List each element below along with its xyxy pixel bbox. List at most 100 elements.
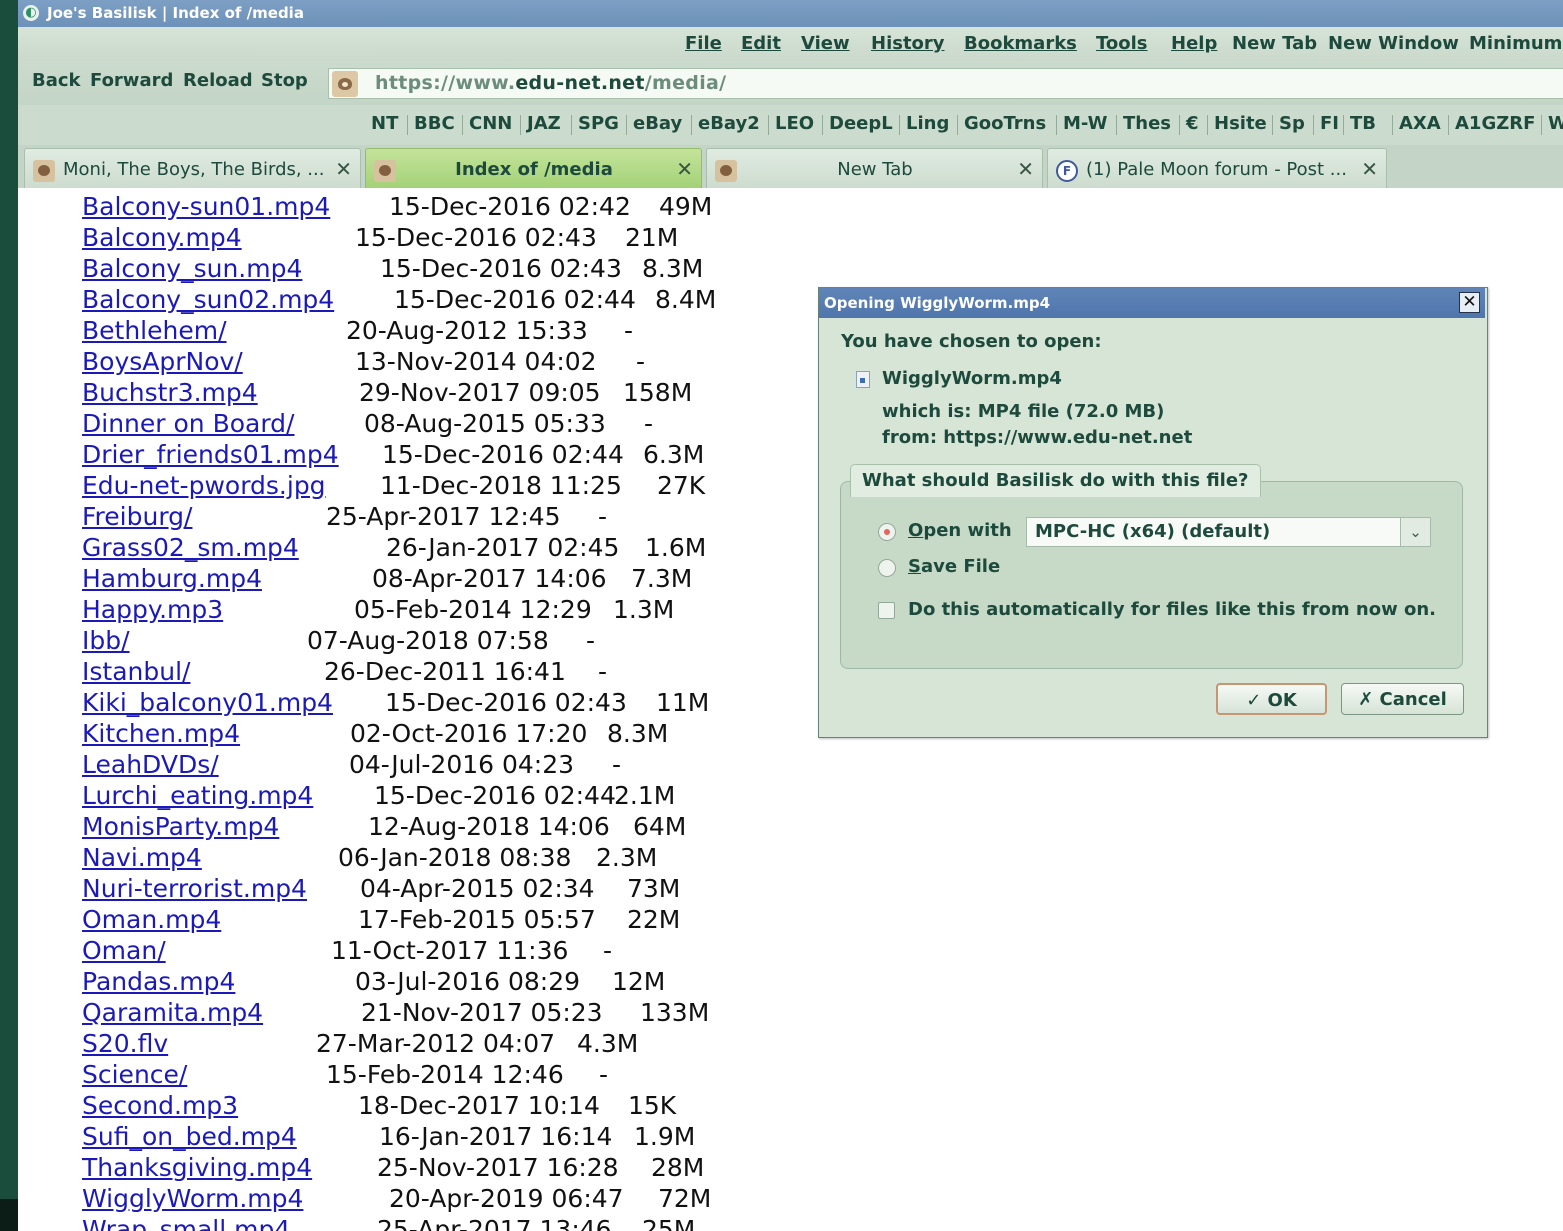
file-link[interactable]: Oman.mp4 xyxy=(82,904,221,935)
bookmark-item[interactable]: € xyxy=(1186,113,1199,134)
back-button[interactable]: Back xyxy=(32,70,81,91)
bookmark-item[interactable]: DeepL xyxy=(829,113,893,134)
tab-new-tab[interactable]: New Tab ✕ xyxy=(706,148,1043,188)
menu-view[interactable]: View xyxy=(801,33,850,54)
file-link[interactable]: Grass02_sm.mp4 xyxy=(82,532,299,563)
bookmark-item[interactable]: eBay2 xyxy=(698,113,760,134)
file-link[interactable]: Hamburg.mp4 xyxy=(82,563,262,594)
file-date: 03-Jul-2016 08:29 xyxy=(355,967,581,996)
tab-index-media[interactable]: Index of /media ✕ xyxy=(365,148,702,188)
file-link[interactable]: Science/ xyxy=(82,1059,187,1090)
dialog-title-bar[interactable]: Opening WigglyWorm.mp4 ✕ xyxy=(819,288,1485,318)
file-link[interactable]: Thanksgiving.mp4 xyxy=(82,1152,312,1183)
file-link[interactable]: Kitchen.mp4 xyxy=(82,718,240,749)
bookmark-item[interactable]: eBay xyxy=(633,113,682,134)
file-link[interactable]: WigglyWorm.mp4 xyxy=(82,1183,303,1214)
file-link[interactable]: Navi.mp4 xyxy=(82,842,202,873)
menu-file[interactable]: File xyxy=(685,33,722,54)
menu-history[interactable]: History xyxy=(871,33,945,54)
save-file-label[interactable]: Save File xyxy=(908,556,1000,577)
file-link[interactable]: MonisParty.mp4 xyxy=(82,811,279,842)
cancel-button[interactable]: ✗ Cancel xyxy=(1341,683,1464,715)
bookmark-item[interactable]: Thes xyxy=(1123,113,1171,134)
file-link[interactable]: Edu-net-pwords.jpg xyxy=(82,470,326,501)
bookmark-item[interactable]: LEO xyxy=(775,113,814,134)
file-link[interactable]: Balcony.mp4 xyxy=(82,222,242,253)
dialog-heading: You have chosen to open: xyxy=(841,331,1102,352)
close-tab-icon[interactable]: ✕ xyxy=(1017,157,1034,181)
menu-edit[interactable]: Edit xyxy=(741,33,781,54)
bookmark-separator xyxy=(691,115,692,135)
menu-help[interactable]: Help xyxy=(1171,33,1217,54)
bookmark-item[interactable]: M-W xyxy=(1063,113,1107,134)
address-bar[interactable]: https://www.edu-net.net/media/ xyxy=(328,68,1563,99)
file-link[interactable]: Oman/ xyxy=(82,935,166,966)
close-tab-icon[interactable]: ✕ xyxy=(676,157,693,181)
auto-action-label[interactable]: Do this automatically for files like thi… xyxy=(908,599,1436,620)
new-window-button[interactable]: New Window xyxy=(1328,33,1459,54)
bookmark-item[interactable]: JAZ xyxy=(527,113,561,134)
application-select[interactable]: MPC-HC (x64) (default) ⌄ xyxy=(1026,517,1431,547)
bookmark-item[interactable]: NT xyxy=(371,113,398,134)
chevron-down-icon[interactable]: ⌄ xyxy=(1400,518,1430,546)
open-with-label-rest: pen with xyxy=(923,520,1012,541)
bookmark-item[interactable]: W xyxy=(1548,113,1563,134)
file-link[interactable]: Balcony_sun02.mp4 xyxy=(82,284,334,315)
bookmark-item[interactable]: CNN xyxy=(469,113,512,134)
forward-button[interactable]: Forward xyxy=(90,70,173,91)
file-link[interactable]: Freiburg/ xyxy=(82,501,192,532)
bookmark-item[interactable]: Ling xyxy=(906,113,949,134)
minimum-button[interactable]: Minimum xyxy=(1469,33,1562,54)
bookmark-item[interactable]: FI xyxy=(1320,113,1339,134)
bookmark-item[interactable]: A1GZRF xyxy=(1455,113,1535,134)
file-link[interactable]: Bethlehem/ xyxy=(82,315,227,346)
bookmark-item[interactable]: GooTrns xyxy=(964,113,1046,134)
file-link[interactable]: Istanbul/ xyxy=(82,656,190,687)
file-link[interactable]: Kiki_balcony01.mp4 xyxy=(82,687,333,718)
stop-button[interactable]: Stop xyxy=(261,70,308,91)
open-with-label[interactable]: Open with xyxy=(908,520,1012,541)
bookmark-item[interactable]: Hsite xyxy=(1214,113,1267,134)
bookmark-item[interactable]: Sp xyxy=(1279,113,1305,134)
file-link[interactable]: LeahDVDs/ xyxy=(82,749,219,780)
title-bar[interactable]: ◐ Joe's Basilisk | Index of /media xyxy=(18,0,1563,27)
file-link[interactable]: Dinner on Board/ xyxy=(82,408,294,439)
file-size: 15K xyxy=(628,1091,677,1120)
bookmark-item[interactable]: AXA xyxy=(1399,113,1441,134)
file-date: 13-Nov-2014 04:02 xyxy=(355,347,597,376)
close-tab-icon[interactable]: ✕ xyxy=(335,157,352,181)
menu-tools[interactable]: Tools xyxy=(1096,33,1148,54)
open-with-radio[interactable] xyxy=(878,523,896,541)
tab-pale-moon-forum[interactable]: F (1) Pale Moon forum - Post ... ✕ xyxy=(1047,148,1387,188)
file-link[interactable]: Buchstr3.mp4 xyxy=(82,377,258,408)
auto-action-checkbox[interactable] xyxy=(878,602,895,619)
url-text[interactable]: https://www.edu-net.net/media/ xyxy=(375,72,726,94)
file-link[interactable]: Ibb/ xyxy=(82,625,130,656)
file-link[interactable]: Lurchi_eating.mp4 xyxy=(82,780,313,811)
file-link[interactable]: Pandas.mp4 xyxy=(82,966,235,997)
bookmark-item[interactable]: BBC xyxy=(414,113,455,134)
tab-moni[interactable]: Moni, The Boys, The Birds, ... ✕ xyxy=(24,148,361,188)
save-file-radio[interactable] xyxy=(878,559,896,577)
ok-button[interactable]: ✓ OK xyxy=(1216,683,1327,715)
file-link[interactable]: Drier_friends01.mp4 xyxy=(82,439,339,470)
bookmark-item[interactable]: SPG xyxy=(578,113,619,134)
file-link[interactable]: Nuri-terrorist.mp4 xyxy=(82,873,307,904)
menu-bookmarks[interactable]: Bookmarks xyxy=(964,33,1077,54)
close-tab-icon[interactable]: ✕ xyxy=(1361,157,1378,181)
file-link[interactable]: BoysAprNov/ xyxy=(82,346,243,377)
close-icon[interactable]: ✕ xyxy=(1459,292,1480,313)
file-link[interactable]: Balcony_sun.mp4 xyxy=(82,253,302,284)
file-link[interactable]: S20.flv xyxy=(82,1028,168,1059)
file-link[interactable]: Qaramita.mp4 xyxy=(82,997,263,1028)
tab-label: (1) Pale Moon forum - Post ... xyxy=(1086,159,1347,180)
new-tab-button[interactable]: New Tab xyxy=(1232,33,1317,54)
reload-button[interactable]: Reload xyxy=(183,70,253,91)
site-identity-icon[interactable] xyxy=(332,71,358,97)
file-link[interactable]: Sufi_on_bed.mp4 xyxy=(82,1121,297,1152)
file-link[interactable]: Wrap_small.mp4 xyxy=(82,1214,290,1231)
bookmark-item[interactable]: TB xyxy=(1350,113,1376,134)
file-link[interactable]: Happy.mp3 xyxy=(82,594,223,625)
file-link[interactable]: Second.mp3 xyxy=(82,1090,238,1121)
file-link[interactable]: Balcony-sun01.mp4 xyxy=(82,191,330,222)
